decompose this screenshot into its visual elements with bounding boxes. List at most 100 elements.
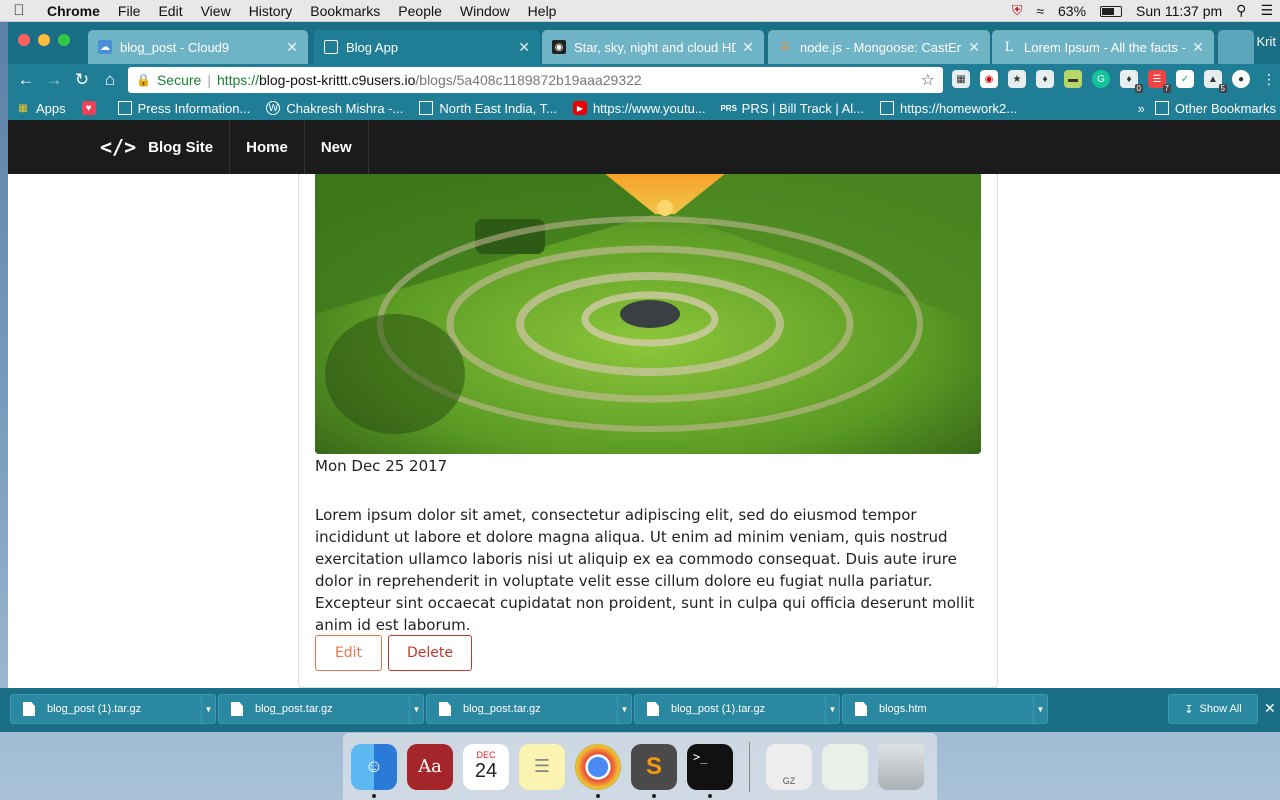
show-all-downloads-button[interactable]: ↧ Show All: [1168, 694, 1258, 724]
address-bar[interactable]: 🔒 Secure | https:// blog-post-krittt.c9u…: [128, 67, 943, 93]
sublime-text-icon[interactable]: S: [631, 743, 677, 798]
tab-star-sky[interactable]: ◉ Star, sky, night and cloud HD ✕: [542, 30, 764, 64]
nav-new[interactable]: New: [305, 120, 369, 174]
menu-people[interactable]: People: [389, 0, 451, 22]
chevron-down-icon[interactable]: ▼: [1033, 694, 1047, 724]
wifi-icon[interactable]: ≈: [1029, 3, 1051, 19]
menu-help[interactable]: Help: [519, 0, 566, 22]
bookmark-apps[interactable]: ▦ Apps: [8, 101, 74, 116]
archive-file-icon[interactable]: GZ: [766, 743, 812, 790]
close-tab-icon[interactable]: ✕: [1192, 39, 1204, 56]
bookmark-star-icon[interactable]: ☆: [921, 70, 935, 90]
battery-percent[interactable]: 63%: [1051, 3, 1093, 19]
chevron-down-icon[interactable]: ▼: [201, 694, 215, 724]
download-item[interactable]: blog_post.tar.gz ▼: [426, 694, 632, 724]
notes-icon[interactable]: ☰: [519, 743, 565, 790]
extension-icon[interactable]: ★: [1008, 70, 1026, 88]
code-icon: </>: [100, 135, 137, 159]
menu-file[interactable]: File: [109, 0, 150, 22]
extension-icon[interactable]: ▬: [1064, 70, 1082, 88]
downloads-stack-icon[interactable]: [822, 743, 868, 790]
download-item[interactable]: blog_post (1).tar.gz ▼: [634, 694, 840, 724]
close-tab-icon[interactable]: ✕: [968, 39, 980, 56]
new-tab-button[interactable]: [1218, 30, 1254, 64]
trash-icon[interactable]: [878, 743, 924, 790]
puzzle-icon[interactable]: ♦ 0: [1120, 70, 1143, 93]
nav-home[interactable]: Home: [230, 120, 305, 174]
menu-app-name[interactable]: Chrome: [38, 0, 109, 22]
bookmark-pocket[interactable]: ♥: [74, 101, 110, 115]
terminal-icon[interactable]: >_: [687, 743, 733, 798]
menu-kebab-icon[interactable]: ⋮: [1260, 70, 1278, 88]
close-tab-icon[interactable]: ✕: [286, 39, 298, 56]
page-icon: [880, 101, 895, 115]
zoom-window-button[interactable]: [58, 34, 70, 46]
menu-bookmarks[interactable]: Bookmarks: [301, 0, 389, 22]
battery-icon[interactable]: [1093, 3, 1129, 19]
url-path: /blogs/5a408c1189872b19aaa29322: [415, 72, 642, 88]
close-tab-icon[interactable]: ✕: [518, 39, 530, 56]
menu-edit[interactable]: Edit: [149, 0, 191, 22]
download-item[interactable]: blog_post.tar.gz ▼: [218, 694, 424, 724]
minimize-window-button[interactable]: [38, 34, 50, 46]
finder-icon[interactable]: ☺: [351, 743, 397, 798]
file-icon: [231, 702, 243, 716]
calendar-icon[interactable]: DEC 24: [463, 743, 509, 790]
close-tab-icon[interactable]: ✕: [742, 39, 754, 56]
pocket-icon: ♥: [81, 101, 96, 115]
tab-cloud9[interactable]: ☁ blog_post - Cloud9 ✕: [88, 30, 308, 64]
url-scheme: https://: [216, 72, 259, 88]
page-icon: [324, 40, 338, 54]
forward-arrow-icon[interactable]: →: [40, 70, 68, 90]
chevron-down-icon[interactable]: ▼: [409, 694, 423, 724]
menu-history[interactable]: History: [240, 0, 302, 22]
download-item[interactable]: blog_post (1).tar.gz ▼: [10, 694, 216, 724]
bookmark-prs[interactable]: PRS PRS | Bill Track | Al...: [714, 101, 872, 116]
chevron-double-right-icon[interactable]: »: [1138, 101, 1145, 116]
bookmark-chakresh-mishra[interactable]: W Chakresh Mishra -...: [258, 101, 411, 116]
edit-button[interactable]: Edit: [315, 635, 382, 671]
menu-window[interactable]: Window: [451, 0, 519, 22]
menu-view[interactable]: View: [192, 0, 240, 22]
spotlight-search-icon[interactable]: ⚲: [1229, 2, 1253, 19]
close-window-button[interactable]: [18, 34, 30, 46]
tag-icon[interactable]: ♦: [1036, 70, 1054, 88]
chevron-down-icon[interactable]: ▼: [825, 694, 839, 724]
tab-lorem-ipsum[interactable]: L Lorem Ipsum - All the facts - ✕: [992, 30, 1214, 64]
home-icon[interactable]: ⌂: [96, 70, 124, 90]
bookmark-homework[interactable]: https://homework2...: [872, 101, 1025, 116]
notification-center-icon[interactable]: ☰: [1253, 2, 1280, 19]
todoist-icon[interactable]: ☰ 7: [1148, 70, 1171, 93]
bookmark-youtube[interactable]: ▶ https://www.youtu...: [565, 101, 714, 116]
chrome-icon[interactable]: [575, 743, 621, 798]
profile-button[interactable]: Krit: [1257, 34, 1277, 49]
grammarly-icon[interactable]: G: [1092, 70, 1110, 88]
brand-link[interactable]: </> Blog Site: [100, 120, 231, 174]
ublock-icon[interactable]: ◉: [980, 70, 998, 88]
browser-toolbar: ← → ↻ ⌂ 🔒 Secure | https:// blog-post-kr…: [8, 64, 1280, 96]
tab-stackoverflow[interactable]: ☰ node.js - Mongoose: CastErro ✕: [768, 30, 990, 64]
download-filename: blog_post (1).tar.gz: [671, 703, 766, 715]
download-item[interactable]: blogs.htm ▼: [842, 694, 1048, 724]
bookmark-label: Press Information...: [137, 100, 251, 116]
extension-icon[interactable]: ▲ 5: [1204, 70, 1227, 93]
other-bookmarks[interactable]: » Other Bookmarks: [1130, 101, 1280, 116]
clock[interactable]: Sun 11:37 pm: [1129, 3, 1229, 19]
shield-icon[interactable]: ⛨: [1005, 2, 1030, 19]
reload-icon[interactable]: ↻: [68, 70, 96, 90]
dictionary-icon[interactable]: Aa: [407, 743, 453, 790]
bookmark-north-east-india[interactable]: North East India, T...: [411, 101, 565, 116]
apple-menu-icon[interactable]: : [0, 2, 38, 19]
delete-button[interactable]: Delete: [388, 635, 472, 671]
back-arrow-icon[interactable]: ←: [12, 70, 40, 90]
prs-icon: PRS: [720, 103, 737, 113]
bookmark-press-information[interactable]: Press Information...: [110, 101, 259, 116]
tab-blog-app[interactable]: Blog App ✕: [314, 30, 540, 64]
close-icon[interactable]: ✕: [1264, 700, 1276, 717]
checkmark-icon[interactable]: ✓: [1176, 70, 1194, 88]
running-indicator: [652, 793, 656, 798]
url-host: blog-post-krittt.c9users.io: [258, 72, 416, 88]
extension-icon[interactable]: ▦: [952, 70, 970, 88]
chevron-down-icon[interactable]: ▼: [617, 694, 631, 724]
account-icon[interactable]: ●: [1232, 70, 1250, 88]
